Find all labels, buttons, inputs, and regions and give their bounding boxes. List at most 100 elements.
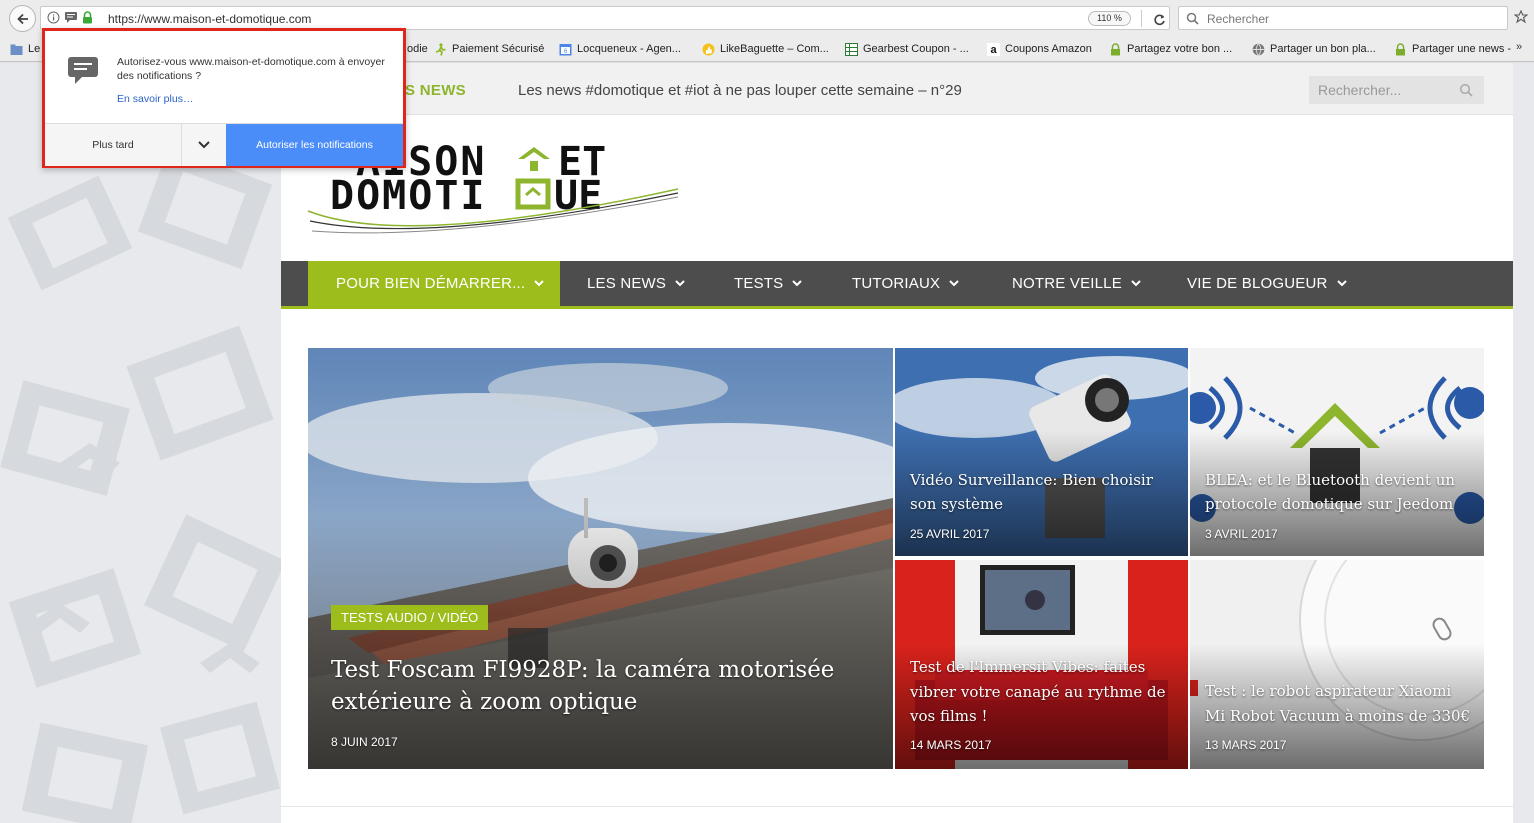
nav-label: NOTRE VEILLE <box>1012 275 1122 292</box>
bookmark-label: odie <box>407 43 428 55</box>
later-button[interactable]: Plus tard <box>45 124 182 166</box>
bookmark-label: Paiement Sécurisé <box>452 43 545 55</box>
nav-label: VIE DE BLOGUEUR <box>1187 275 1328 292</box>
globe-icon <box>1252 42 1265 56</box>
browser-search-placeholder: Rechercher <box>1207 12 1270 26</box>
search-icon <box>1186 12 1199 25</box>
back-button[interactable] <box>9 5 36 32</box>
chevron-down-icon <box>675 280 685 287</box>
article-title[interactable]: Vidéo Surveillance: Bien choisir son sys… <box>910 468 1180 516</box>
browser-search-box[interactable]: Rechercher <box>1178 6 1508 30</box>
article-card[interactable]: BLEA: et le Bluetooth devient un protoco… <box>1190 348 1484 556</box>
nav-label: LES NEWS <box>587 275 667 292</box>
nav-item-les-news[interactable]: LES NEWS <box>587 261 685 306</box>
notification-actions: Plus tard Autoriser les notifications <box>45 123 403 166</box>
bookmark-item[interactable]: Partager une news - <box>1394 41 1511 57</box>
logo-roof-icon <box>518 147 550 159</box>
chevron-down-icon <box>792 280 803 287</box>
bookmark-item[interactable]: Le <box>10 41 40 57</box>
bookmark-label: Partager une news - <box>1412 43 1512 55</box>
lock-icon <box>1111 42 1120 55</box>
bookmark-item[interactable]: Gearbest Coupon - ... <box>845 41 969 57</box>
chevron-down-icon <box>1336 280 1347 287</box>
featured-article-date: 8 JUIN 2017 <box>331 735 398 749</box>
article-card[interactable]: Vidéo Surveillance: Bien choisir son sys… <box>895 348 1188 556</box>
content-bottom-strip <box>281 806 1513 823</box>
bookmark-label: LikeBaguette – Com... <box>720 43 829 55</box>
table-icon <box>845 42 858 56</box>
lock-icon[interactable] <box>82 11 93 24</box>
website: S NEWS Les news #domotique et #iot à ne … <box>281 63 1513 823</box>
calendar-icon: 6 <box>559 43 572 55</box>
bookmark-label: Partager un bon pla... <box>1270 43 1376 55</box>
bookmark-item[interactable]: Paiement Sécurisé <box>434 41 544 57</box>
site-search-input[interactable]: Rechercher... <box>1309 76 1484 104</box>
site-search-placeholder: Rechercher... <box>1318 82 1402 98</box>
nav-item-notre-veille[interactable]: NOTRE VEILLE <box>1012 261 1141 306</box>
svg-text:a: a <box>990 44 997 56</box>
article-title[interactable]: BLEA: et le Bluetooth devient un protoco… <box>1205 468 1475 516</box>
notification-permission-icon[interactable] <box>64 11 78 24</box>
chevron-down-icon <box>1131 280 1141 287</box>
ticker-headline[interactable]: Les news #domotique et #iot à ne pas lou… <box>518 82 962 99</box>
featured-article-title[interactable]: Test Foscam FI9928P: la caméra motorisée… <box>331 654 851 718</box>
nav-item-tests[interactable]: TESTS <box>734 261 803 306</box>
article-date: 3 AVRIL 2017 <box>1205 527 1278 541</box>
chat-bubble-icon <box>68 57 98 84</box>
bookmark-label: Coupons Amazon <box>1005 43 1092 55</box>
bookmark-item[interactable]: Partager un bon pla... <box>1252 41 1376 57</box>
bookmark-item[interactable]: a Coupons Amazon <box>987 41 1092 57</box>
url-separator <box>1141 10 1142 27</box>
later-options-dropdown[interactable] <box>182 124 226 166</box>
amazon-icon: a <box>987 42 1000 56</box>
nav-label: POUR BIEN DÉMARRER... <box>336 275 526 292</box>
article-date: 13 MARS 2017 <box>1205 738 1287 752</box>
article-date: 14 MARS 2017 <box>910 738 992 752</box>
bookmark-item[interactable]: 6 Locqueneux - Agen... <box>559 41 681 57</box>
article-title[interactable]: Test : le robot aspirateur Xiaomi Mi Rob… <box>1205 679 1475 728</box>
article-card[interactable]: Test : le robot aspirateur Xiaomi Mi Rob… <box>1190 560 1484 769</box>
chevron-down-icon <box>534 280 544 287</box>
bookmark-label: Gearbest Coupon - ... <box>863 43 969 55</box>
bookmark-item[interactable]: Partagez votre bon ... <box>1109 41 1232 57</box>
info-icon[interactable] <box>47 11 60 24</box>
runner-icon <box>435 42 446 56</box>
bookmark-item[interactable]: odie <box>407 41 428 57</box>
url-text[interactable]: https://www.maison-et-domotique.com <box>108 12 311 26</box>
notification-message: Autorisez-vous www.maison-et-domotique.c… <box>117 56 385 82</box>
back-arrow-icon <box>16 13 28 24</box>
chevron-down-icon <box>198 141 210 149</box>
thumbs-up-icon <box>702 43 715 55</box>
news-ticker: S NEWS Les news #domotique et #iot à ne … <box>281 63 1513 115</box>
featured-article-card[interactable]: TESTS AUDIO / VIDÉO Test Foscam FI9928P:… <box>308 348 893 769</box>
search-icon[interactable] <box>1459 83 1473 97</box>
bookmark-label: Le <box>28 43 41 55</box>
bookmarks-overflow-button[interactable]: » <box>1516 41 1522 53</box>
nav-item-pour-bien-demarrer[interactable]: POUR BIEN DÉMARRER... <box>308 261 560 306</box>
category-badge[interactable]: TESTS AUDIO / VIDÉO <box>331 605 489 630</box>
notification-permission-popup: Autorisez-vous www.maison-et-domotique.c… <box>42 28 406 168</box>
bookmark-label: Locqueneux - Agen... <box>577 43 681 55</box>
bookmark-star-icon[interactable] <box>1514 10 1528 24</box>
reload-icon <box>1153 14 1165 25</box>
bookmark-item[interactable]: LikeBaguette – Com... <box>702 41 829 57</box>
ticker-label: S NEWS <box>405 82 466 99</box>
chevron-down-icon <box>949 280 959 287</box>
nav-label: TESTS <box>734 275 784 292</box>
url-bar[interactable]: https://www.maison-et-domotique.com 110 … <box>40 6 1170 30</box>
zoom-indicator[interactable]: 110 % <box>1088 11 1131 26</box>
allow-notifications-button[interactable]: Autoriser les notifications <box>226 124 403 166</box>
article-card[interactable]: Test de l'Immersit Vibes: faites vibrer … <box>895 560 1188 769</box>
logo-word-domoti: DOMOTI <box>330 173 487 219</box>
main-navigation: POUR BIEN DÉMARRER... LES NEWS TESTS TUT… <box>281 261 1513 309</box>
article-title[interactable]: Test de l'Immersit Vibes: faites vibrer … <box>910 655 1180 729</box>
learn-more-link[interactable]: En savoir plus… <box>117 93 193 105</box>
notification-popup-body: Autorisez-vous www.maison-et-domotique.c… <box>45 31 403 126</box>
bookmark-label: Partagez votre bon ... <box>1127 43 1233 55</box>
nav-item-vie-de-blogueur[interactable]: VIE DE BLOGUEUR <box>1187 261 1347 306</box>
reload-button[interactable] <box>1150 10 1168 28</box>
nav-label: TUTORIAUX <box>852 275 941 292</box>
background-pattern <box>0 146 282 823</box>
nav-item-tutoriaux[interactable]: TUTORIAUX <box>852 261 959 306</box>
folder-icon <box>10 44 23 55</box>
